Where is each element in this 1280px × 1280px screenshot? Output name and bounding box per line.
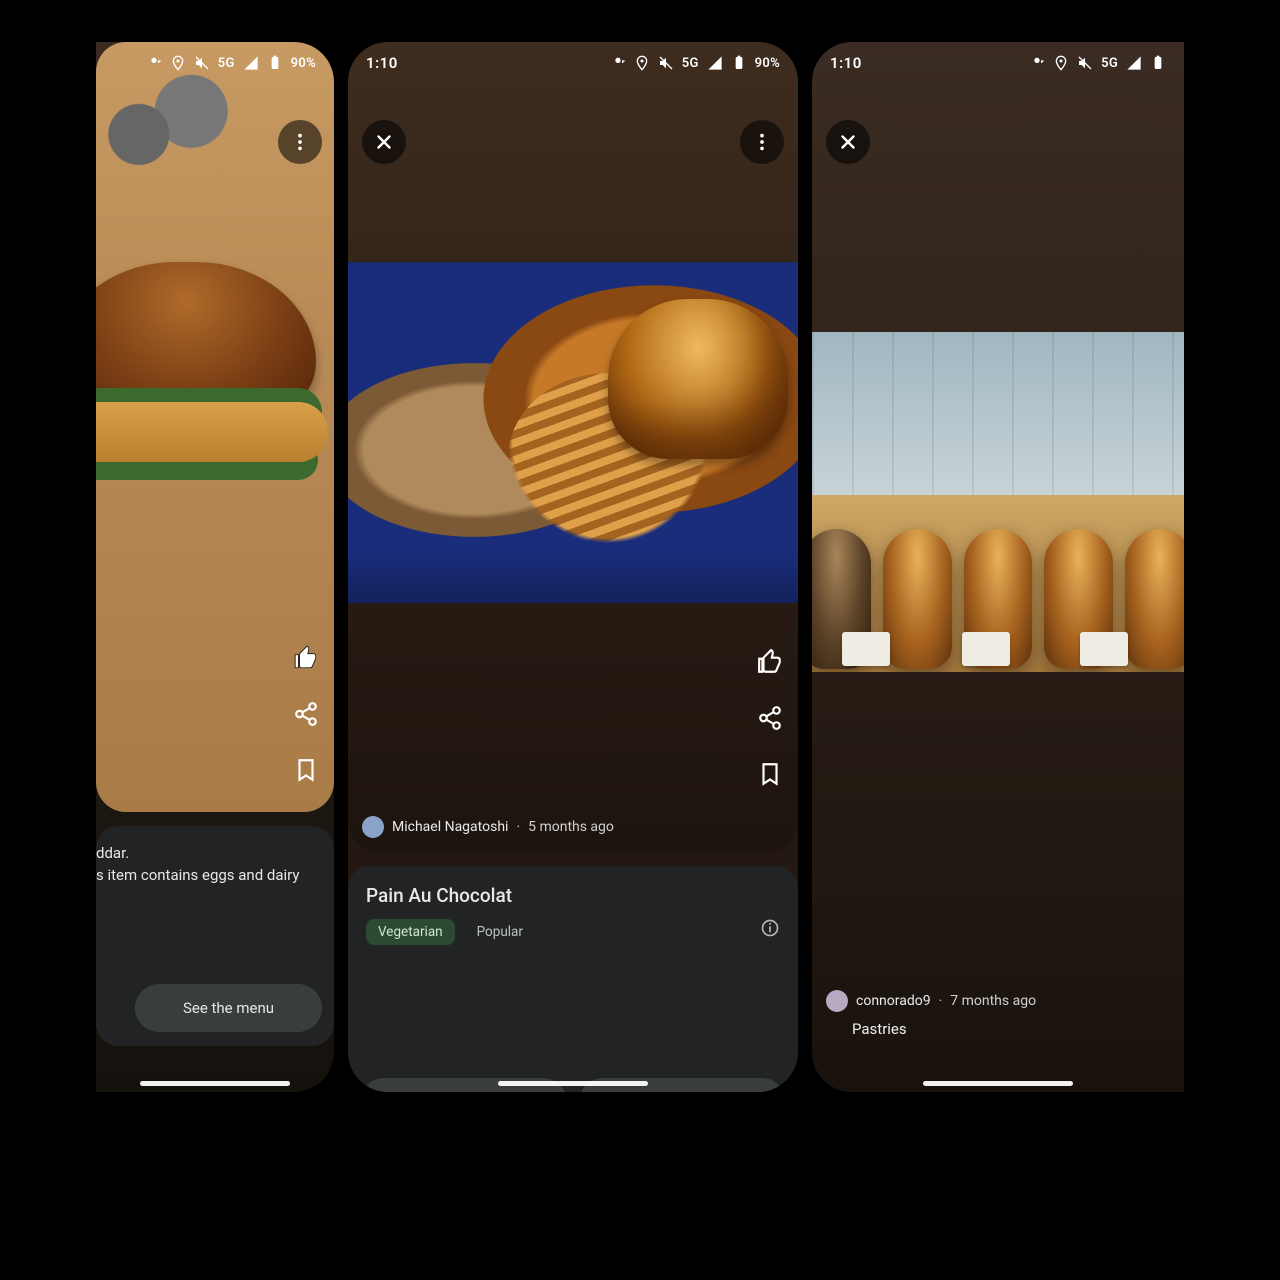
status-bar: 5G 90%	[96, 42, 334, 84]
mute-icon	[194, 55, 210, 71]
screenshot-triptych: 5G 90%	[0, 0, 1280, 1280]
mute-icon	[1077, 55, 1093, 71]
home-indicator	[498, 1081, 648, 1086]
close-button[interactable]	[362, 120, 406, 164]
photo-card[interactable]: connorado9 · 7 months ago Pastries	[812, 42, 1184, 1092]
phone-screen-2: 1:10 5G 90%	[348, 42, 798, 1092]
location-icon	[634, 55, 650, 71]
home-indicator	[140, 1081, 290, 1086]
photo-attribution[interactable]: connorado9 · 7 months ago	[826, 990, 1036, 1012]
overflow-button[interactable]	[740, 120, 784, 164]
see-menu-button[interactable]: See the menu	[135, 984, 322, 1032]
battery-label: 90%	[755, 56, 780, 71]
network-label: 5G	[218, 56, 235, 71]
bookmark-button[interactable]	[756, 760, 784, 788]
location-icon	[1053, 55, 1069, 71]
photo-card[interactable]	[96, 42, 334, 812]
avatar	[826, 990, 848, 1012]
like-button[interactable]	[292, 644, 320, 672]
tag-popular: Popular	[465, 919, 535, 945]
bakery-photo	[812, 332, 1184, 672]
item-info-panel: ddar. s item contains eggs and dairy See…	[96, 826, 334, 1046]
photo-attribution[interactable]: Michael Nagatoshi · 5 months ago	[362, 816, 614, 838]
battery-icon	[1150, 55, 1166, 71]
home-indicator	[923, 1081, 1073, 1086]
network-label: 5G	[682, 56, 699, 71]
avatar	[362, 816, 384, 838]
battery-label: 90%	[291, 56, 316, 71]
item-info-panel: Pain Au Chocolat Vegetarian Popular Sugg…	[348, 866, 798, 1092]
item-tags: Vegetarian Popular	[366, 919, 780, 945]
phone-screen-1: 5G 90%	[96, 42, 334, 1092]
location-icon	[170, 55, 186, 71]
phone-screen-3: 1:10 5G	[812, 42, 1184, 1092]
status-bar: 1:10 5G	[812, 42, 1184, 84]
author-name: Michael Nagatoshi	[392, 819, 508, 835]
share-button[interactable]	[756, 704, 784, 732]
status-bar: 1:10 5G 90%	[348, 42, 798, 84]
vpn-key-icon	[1029, 55, 1045, 71]
author-name: connorado9	[856, 993, 931, 1009]
battery-icon	[267, 55, 283, 71]
vpn-key-icon	[146, 55, 162, 71]
signal-icon	[1126, 55, 1142, 71]
photo-card[interactable]: Michael Nagatoshi · 5 months ago	[348, 42, 798, 852]
like-button[interactable]	[756, 648, 784, 676]
mute-icon	[658, 55, 674, 71]
item-title: Pain Au Chocolat	[366, 884, 780, 907]
share-button[interactable]	[292, 700, 320, 728]
food-photo	[348, 262, 798, 603]
item-description: ddar. s item contains eggs and dairy	[96, 826, 334, 886]
tag-vegetarian: Vegetarian	[366, 919, 455, 945]
close-button[interactable]	[826, 120, 870, 164]
photo-age: 7 months ago	[950, 993, 1036, 1009]
signal-icon	[243, 55, 259, 71]
bookmark-button[interactable]	[292, 756, 320, 784]
clock: 1:10	[830, 54, 862, 72]
overflow-button[interactable]	[278, 120, 322, 164]
photo-age: 5 months ago	[528, 819, 614, 835]
signal-icon	[707, 55, 723, 71]
info-icon[interactable]	[760, 918, 780, 938]
photo-caption: Pastries	[852, 1020, 907, 1038]
clock: 1:10	[366, 54, 398, 72]
battery-icon	[731, 55, 747, 71]
network-label: 5G	[1101, 56, 1118, 71]
vpn-key-icon	[610, 55, 626, 71]
